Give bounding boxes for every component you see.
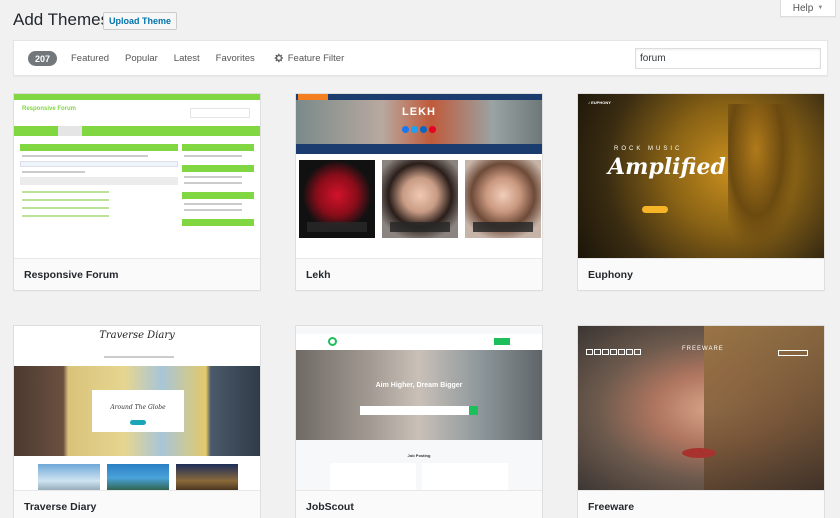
- help-tab-button[interactable]: Help ▼: [780, 0, 836, 17]
- theme-name: Traverse Diary: [14, 490, 260, 518]
- theme-filter-bar: 207 Featured Popular Latest Favorites Fe…: [13, 40, 828, 76]
- preview-section: Job Posting: [407, 453, 431, 458]
- theme-name: Freeware: [578, 490, 824, 518]
- theme-card-freeware[interactable]: FREEWARE Freeware: [577, 325, 825, 518]
- theme-card-responsive-forum[interactable]: Responsive Forum Responsive Forum: [13, 93, 261, 291]
- theme-card-traverse-diary[interactable]: Traverse Diary Around The Globe Traverse…: [13, 325, 261, 518]
- preview-title: Amplified: [608, 154, 726, 180]
- theme-count-badge: 207: [28, 51, 58, 66]
- upload-theme-button[interactable]: Upload Theme: [103, 12, 178, 30]
- preview-slide-title: Around The Globe: [110, 404, 166, 411]
- theme-screenshot: Traverse Diary Around The Globe: [14, 326, 260, 492]
- theme-name: Lekh: [296, 258, 542, 290]
- filter-featured[interactable]: Featured: [71, 53, 109, 64]
- preview-kicker: ROCK MUSIC: [614, 146, 683, 152]
- feature-filter-button[interactable]: Feature Filter: [274, 52, 345, 64]
- preview-headline: Aim Higher, Dream Bigger: [375, 382, 463, 389]
- theme-grid: Responsive Forum Responsive Forum LEKH L…: [13, 93, 825, 518]
- theme-search-input[interactable]: [635, 48, 821, 69]
- theme-name: JobScout: [296, 490, 542, 518]
- page-title: Add Themes: [13, 10, 110, 29]
- theme-card-euphony[interactable]: ♪ EUPHONY ROCK MUSIC Amplified Euphony: [577, 93, 825, 291]
- theme-screenshot: Responsive Forum: [14, 94, 260, 260]
- preview-logo: Traverse Diary: [99, 330, 175, 341]
- preview-logo: Responsive Forum: [22, 106, 77, 112]
- preview-logo: FREEWARE: [682, 346, 724, 352]
- theme-name: Responsive Forum: [14, 258, 260, 290]
- preview-title: LEKH: [402, 106, 436, 118]
- filter-popular[interactable]: Popular: [125, 53, 158, 64]
- filter-links: Featured Popular Latest Favorites Featur…: [71, 41, 344, 75]
- theme-card-lekh[interactable]: LEKH Lekh: [295, 93, 543, 291]
- theme-screenshot: FREEWARE: [578, 326, 824, 492]
- theme-card-jobscout[interactable]: Aim Higher, Dream Bigger Job Posting Job…: [295, 325, 543, 518]
- caret-down-icon: ▼: [817, 5, 824, 11]
- filter-favorites[interactable]: Favorites: [216, 53, 255, 64]
- gear-icon: [274, 53, 283, 63]
- help-label: Help: [792, 2, 814, 14]
- theme-screenshot: LEKH: [296, 94, 542, 260]
- filter-latest[interactable]: Latest: [174, 53, 200, 64]
- theme-screenshot: Aim Higher, Dream Bigger Job Posting: [296, 326, 542, 492]
- theme-name: Euphony: [578, 258, 824, 290]
- feature-filter-label: Feature Filter: [287, 52, 345, 64]
- theme-screenshot: ♪ EUPHONY ROCK MUSIC Amplified: [578, 94, 824, 260]
